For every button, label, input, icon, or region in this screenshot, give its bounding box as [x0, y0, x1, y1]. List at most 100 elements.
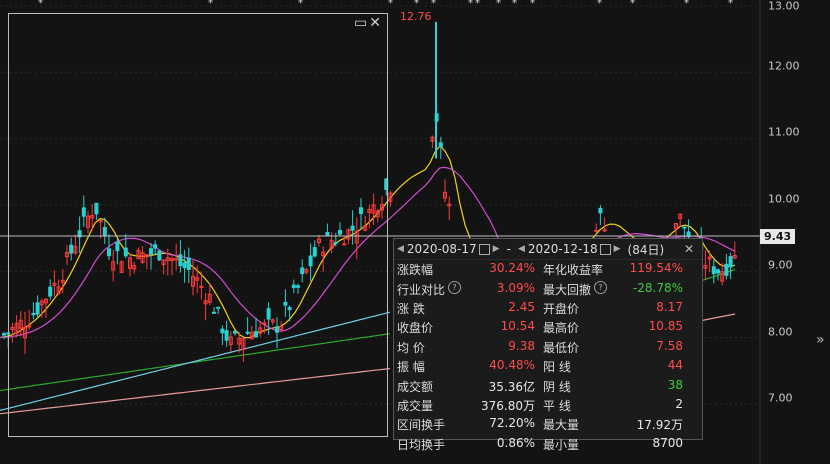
candle-body: [724, 263, 729, 276]
event-marker[interactable]: *: [38, 0, 43, 9]
stat-value: 2: [675, 396, 683, 411]
event-marker[interactable]: *: [414, 0, 419, 9]
prev-end-date-icon[interactable]: ◀: [518, 244, 525, 254]
stat-value: 2.45: [508, 299, 535, 314]
stat-label: 最大回撤: [543, 282, 592, 297]
next-end-date-icon[interactable]: ▶: [614, 244, 621, 254]
price-tick: 8.00: [768, 325, 793, 339]
stats-table: 涨跌幅 30.24% 年化收益率 119.54% 行业对比? 3.09% 最大回撤? -28.…: [394, 260, 702, 454]
price-tick: 12.00: [768, 59, 800, 73]
event-marker[interactable]: *: [496, 0, 501, 9]
stat-label: 涨跌幅: [397, 263, 434, 278]
interval-selection-box[interactable]: [8, 13, 388, 437]
event-marker[interactable]: *: [475, 0, 480, 9]
stat-value: 3.09%: [496, 280, 535, 295]
stat-value: 38: [667, 377, 683, 392]
end-date[interactable]: 2020-12-18: [528, 242, 598, 256]
stat-label: 最大量: [543, 418, 580, 433]
stat-value: -28.78%: [632, 280, 683, 295]
stats-row: 成交额 35.36亿阴 线 38: [394, 376, 702, 395]
candle-body: [438, 142, 443, 148]
high-price-marker: 12.76: [400, 10, 432, 23]
stat-value: 0.86%: [496, 435, 535, 450]
event-marker[interactable]: *: [684, 0, 689, 9]
event-marker[interactable]: *: [630, 0, 635, 9]
candle-body: [716, 269, 720, 274]
stats-row: 均 价 9.38 最低价 7.58: [394, 338, 702, 357]
help-icon[interactable]: ?: [594, 280, 608, 294]
stats-row: 区间换手 72.20% 最大量 17.92万: [394, 415, 702, 434]
stats-row: 日均换手 0.86% 最小量 8700: [394, 435, 702, 454]
stat-label: 振 幅: [397, 360, 425, 375]
stat-label: 平 线: [543, 398, 571, 413]
stat-label: 最低价: [543, 340, 580, 355]
stats-row: 成交量 376.80万平 线 2: [394, 396, 702, 415]
stat-label: 最高价: [543, 321, 580, 336]
stat-value: 7.58: [656, 338, 683, 353]
stat-value: 44: [667, 358, 683, 373]
date-separator: -: [506, 242, 511, 256]
stats-row: 行业对比? 3.09% 最大回撤? -28.78%: [394, 279, 702, 298]
stat-value: 40.48%: [489, 358, 535, 373]
stat-label: 成交量: [397, 398, 434, 413]
stats-row: 收盘价 10.54 最高价 10.85: [394, 318, 702, 337]
stat-value: 30.24%: [489, 261, 535, 276]
event-marker[interactable]: *: [512, 0, 517, 9]
candle-body: [728, 256, 733, 268]
start-date[interactable]: 2020-08-17: [407, 242, 477, 256]
stat-label: 最小量: [543, 437, 580, 452]
stat-label: 阴 线: [543, 379, 571, 394]
stat-label: 收盘价: [397, 321, 434, 336]
close-icon[interactable]: ✕: [684, 242, 694, 256]
event-marker[interactable]: *: [728, 0, 733, 9]
stat-value: 17.92万: [636, 418, 683, 433]
event-marker[interactable]: *: [298, 0, 303, 9]
stat-label: 区间换手: [397, 418, 446, 433]
selection-controls: ▭ ✕: [352, 15, 381, 31]
stat-value: 8.17: [656, 299, 683, 314]
stats-row: 振 幅 40.48% 阳 线 44: [394, 357, 702, 376]
candle-body: [682, 226, 687, 229]
prev-start-date-icon[interactable]: ◀: [397, 244, 404, 254]
candle-body: [594, 229, 599, 232]
stats-row: 涨跌幅 30.24% 年化收益率 119.54%: [394, 260, 702, 279]
price-tick: 7.00: [768, 391, 793, 405]
stat-value: 8700: [652, 435, 683, 450]
price-tick: 13.00: [768, 0, 800, 13]
panel-header: ◀ 2020-08-17 ▶ - ◀ 2020-12-18 ▶ (84日) ✕: [394, 239, 702, 260]
stat-label: 涨 跌: [397, 301, 425, 316]
price-tick: 9.00: [768, 258, 793, 272]
stat-label: 行业对比: [397, 282, 446, 297]
stats-row: 涨 跌 2.45 开盘价 8.17: [394, 299, 702, 318]
stat-value: 10.85: [648, 319, 683, 334]
candle-body: [598, 207, 603, 214]
stat-value: 72.20%: [489, 416, 535, 431]
stat-value: 119.54%: [629, 261, 683, 276]
help-icon[interactable]: ?: [448, 280, 462, 294]
event-marker[interactable]: *: [530, 0, 535, 9]
close-icon[interactable]: ✕: [369, 15, 381, 31]
stat-label: 日均换手: [397, 437, 446, 452]
stat-value: 35.36亿: [488, 379, 535, 394]
stat-label: 均 价: [397, 340, 425, 355]
day-count: (84日): [627, 242, 665, 257]
restore-icon[interactable]: ▭: [354, 15, 367, 31]
calendar-icon[interactable]: [599, 243, 611, 255]
current-price-tag: 9.43: [760, 229, 796, 244]
calendar-icon[interactable]: [478, 243, 490, 255]
stat-label: 成交额: [397, 379, 434, 394]
event-marker[interactable]: *: [431, 0, 436, 9]
event-marker[interactable]: *: [208, 0, 213, 9]
price-tick: 11.00: [768, 125, 800, 139]
event-marker[interactable]: *: [388, 0, 393, 9]
event-marker[interactable]: *: [597, 0, 602, 9]
expand-arrow-icon[interactable]: »: [816, 332, 825, 348]
stat-value: 376.80万: [481, 398, 535, 413]
stat-label: 阳 线: [543, 360, 571, 375]
stat-value: 10.54: [500, 319, 535, 334]
interval-stats-panel: ◀ 2020-08-17 ▶ - ◀ 2020-12-18 ▶ (84日) ✕ …: [393, 238, 703, 452]
stat-label: 年化收益率: [543, 263, 604, 278]
stat-value: 9.38: [508, 338, 535, 353]
next-start-date-icon[interactable]: ▶: [493, 244, 500, 254]
event-marker[interactable]: *: [468, 0, 473, 9]
